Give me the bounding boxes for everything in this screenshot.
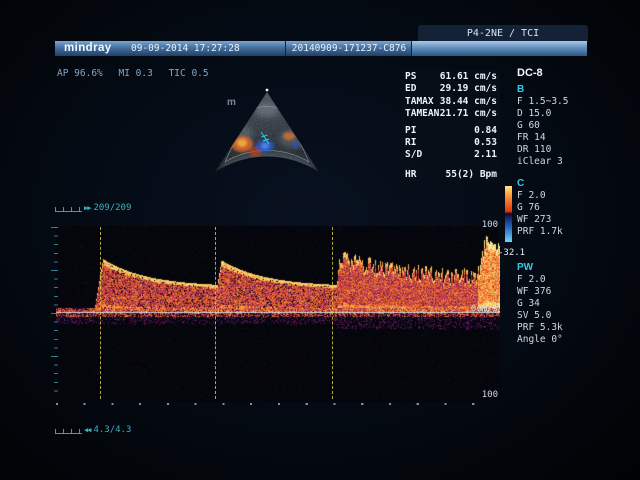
measurement-value: 21.71 cm/s bbox=[440, 108, 497, 120]
param-readout: G 76 bbox=[505, 202, 595, 214]
acoustic-status: AP 96.6% MI 0.3 TIC 0.5 bbox=[57, 68, 219, 79]
param-readout: PRF 1.7k bbox=[505, 226, 595, 238]
measurement-value: 38.44 cm/s bbox=[440, 96, 497, 108]
orientation-marker: m bbox=[227, 97, 236, 108]
probe-label: P4-2NE / TCI bbox=[467, 28, 539, 39]
measurement-row: S/D 2.11 bbox=[405, 149, 497, 161]
cine-back-icon: ◀◀ bbox=[84, 426, 90, 434]
measurement-value: 55(2) Bpm bbox=[446, 169, 497, 181]
doppler-caliper-2[interactable] bbox=[215, 227, 216, 399]
loop-ruler bbox=[55, 207, 82, 212]
param-readout: WF 376 bbox=[505, 286, 595, 298]
cine-forward-icon: ▶▶ bbox=[84, 204, 90, 212]
param-readout: DR 110 bbox=[505, 144, 595, 156]
measurement-value: 2.11 bbox=[474, 149, 497, 161]
datetime-readout: 09-09-2014 17:27:28 bbox=[131, 41, 240, 56]
probe-tab: P4-2NE / TCI bbox=[418, 25, 588, 42]
param-readout: SV 5.0 bbox=[505, 310, 595, 322]
brand-logo: mindray bbox=[64, 41, 112, 56]
measurement-label: RI bbox=[405, 137, 416, 149]
top-bar-divider bbox=[285, 41, 286, 56]
measurement-label: HR bbox=[405, 169, 416, 181]
top-bar-highlight bbox=[412, 41, 587, 56]
param-readout: iClear 3 bbox=[505, 156, 595, 168]
measurement-value: 0.84 bbox=[474, 125, 497, 137]
ultrasound-screen: P4-2NE / TCI mindray 09-09-2014 17:27:28… bbox=[0, 0, 640, 480]
param-readout: WF 273 bbox=[505, 214, 595, 226]
velocity-scale-top: 100 bbox=[472, 220, 498, 230]
doppler-caliper-3[interactable] bbox=[332, 227, 333, 399]
sidebar-section-pw: PWF 2.0WF 376G 34SV 5.0PRF 5.3kAngle 0° bbox=[505, 262, 595, 346]
sidebar-sections: BF 1.5~3.5D 15.0G 60FR 14DR 110iClear 3 C… bbox=[505, 84, 595, 346]
measurement-label: PI bbox=[405, 125, 416, 137]
measurement-label: ED bbox=[405, 83, 416, 95]
param-readout: F 2.0 bbox=[505, 274, 595, 286]
control-sidebar: DC-8 BF 1.5~3.5D 15.0G 60FR 14DR 110iCle… bbox=[505, 66, 595, 356]
color-scale-bar bbox=[505, 186, 512, 242]
velocity-scale-bottom: 100 bbox=[472, 390, 498, 400]
top-bar: mindray 09-09-2014 17:27:28 20140909-171… bbox=[55, 41, 587, 56]
measurement-value: 0.53 bbox=[474, 137, 497, 149]
doppler-caliper-1[interactable] bbox=[100, 227, 101, 399]
section-label: B bbox=[505, 84, 595, 96]
top-bar-divider bbox=[411, 41, 412, 56]
measurement-row: HR 55(2) Bpm bbox=[405, 169, 497, 181]
sidebar-section-c: CF 2.0G 76WF 273PRF 1.7k bbox=[505, 178, 595, 238]
sweep-counter: ◀◀4.3/4.3 bbox=[84, 425, 131, 435]
measurement-row: TAMEAN21.71 cm/s bbox=[405, 108, 497, 120]
tic-readout: TIC 0.5 bbox=[169, 68, 209, 79]
sidebar-section-b: BF 1.5~3.5D 15.0G 60FR 14DR 110iClear 3 bbox=[505, 84, 595, 168]
sweep-ruler bbox=[55, 429, 82, 434]
measurement-row: PI 0.84 bbox=[405, 125, 497, 137]
param-readout: F 1.5~3.5 bbox=[505, 96, 595, 108]
param-readout: D 15.0 bbox=[505, 108, 595, 120]
measurement-row: PS 61.61 cm/s bbox=[405, 71, 497, 83]
sweep-counter-value: 4.3/4.3 bbox=[93, 425, 131, 435]
measurement-row: TAMAX 38.44 cm/s bbox=[405, 96, 497, 108]
param-readout: G 34 bbox=[505, 298, 595, 310]
machine-model: DC-8 bbox=[505, 66, 595, 80]
measurement-value: 61.61 cm/s bbox=[440, 71, 497, 83]
measurement-label: TAMEAN bbox=[405, 108, 439, 120]
spectral-canvas bbox=[56, 226, 500, 402]
measurement-label: TAMAX bbox=[405, 96, 434, 108]
param-readout: F 2.0 bbox=[505, 190, 595, 202]
param-readout: Angle 0° bbox=[505, 334, 595, 346]
section-label: PW bbox=[505, 262, 595, 274]
apex-marker bbox=[266, 89, 269, 92]
speckle-texture bbox=[195, 84, 340, 189]
b-mode-sector-image: m bbox=[195, 84, 340, 189]
measurement-row: ED 29.19 cm/s bbox=[405, 83, 497, 95]
measurement-panel: PS 61.61 cm/s ED 29.19 cm/s TAMAX 38.44 cm/sT… bbox=[402, 70, 500, 182]
exam-id: 20140909-171237-C876 bbox=[287, 41, 411, 56]
param-readout: PRF 5.3k bbox=[505, 322, 595, 334]
velocity-ruler bbox=[50, 227, 58, 399]
velocity-ticks-major bbox=[51, 227, 58, 399]
mi-readout: MI 0.3 bbox=[119, 68, 153, 79]
param-readout: FR 14 bbox=[505, 132, 595, 144]
param-readout: G 60 bbox=[505, 120, 595, 132]
color-scale-value: -32.1 bbox=[498, 248, 525, 258]
measurement-label: S/D bbox=[405, 149, 422, 161]
loop-counter-value: 209/209 bbox=[93, 203, 131, 213]
time-ruler bbox=[56, 403, 500, 405]
ap-readout: AP 96.6% bbox=[57, 68, 103, 79]
section-label: C bbox=[505, 178, 595, 190]
cine-loop-counter: ▶▶209/209 bbox=[84, 203, 131, 213]
measurement-row: RI 0.53 bbox=[405, 137, 497, 149]
measurement-value: 29.19 cm/s bbox=[440, 83, 497, 95]
velocity-scale-zero: 0cm/s bbox=[462, 304, 498, 314]
measurement-label: PS bbox=[405, 71, 416, 83]
